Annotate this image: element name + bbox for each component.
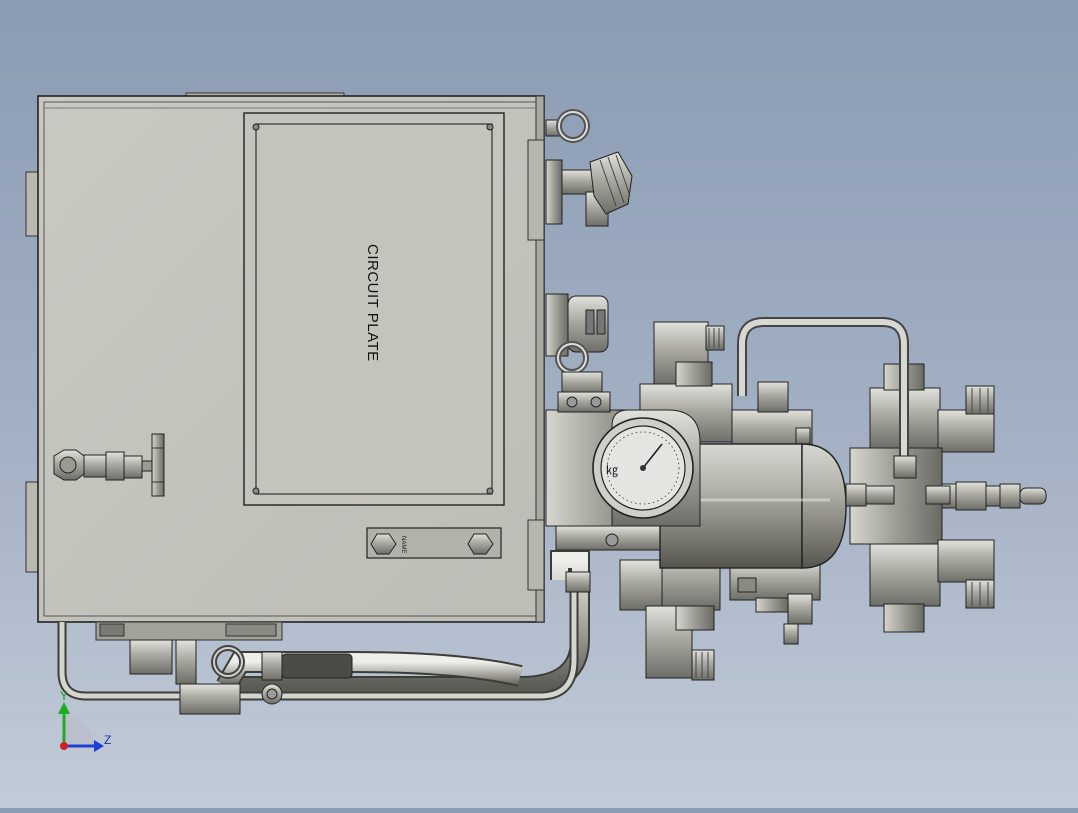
circuit-plate-label: CIRCUIT PLATE <box>364 244 381 362</box>
filler-breather-cap[interactable] <box>545 151 633 227</box>
name-plate-text: NAME <box>400 536 406 553</box>
cad-viewport[interactable]: CIRCUIT PLATE NAME ㎏ Y Z <box>0 0 1078 808</box>
triad-y-label: Y <box>60 689 68 703</box>
triad-x-axis <box>60 742 68 750</box>
name-plate: NAME <box>366 527 502 559</box>
svg-text:㎏: ㎏ <box>606 463 618 477</box>
lifting-eye-top <box>545 109 590 143</box>
triad-z-label: Z <box>104 733 111 747</box>
circuit-plate: CIRCUIT PLATE <box>243 112 505 506</box>
